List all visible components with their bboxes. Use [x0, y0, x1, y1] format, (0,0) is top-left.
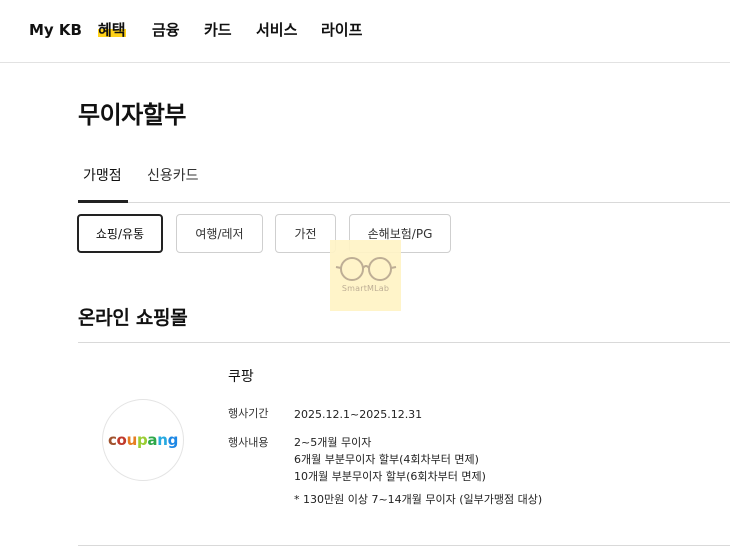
- period-value: 2025.12.1~2025.12.31: [294, 408, 423, 421]
- nav-item-finance[interactable]: 금융: [152, 20, 180, 40]
- coupang-logo: coupang: [102, 399, 184, 481]
- tab-bar: 가맹점 신용카드: [78, 158, 730, 203]
- nav-item-life[interactable]: 라이프: [321, 20, 362, 40]
- section-title: 온라인 쇼핑몰: [78, 307, 188, 329]
- period-label: 행사기간: [228, 407, 269, 420]
- logo-letter: n: [157, 431, 168, 449]
- watermark-text: SmartMLab: [341, 284, 390, 293]
- nav-item-card[interactable]: 카드: [204, 20, 232, 40]
- event-note: * 130만원 이상 7~14개월 무이자 (일부가맹점 대상): [294, 493, 543, 506]
- content-line: 2~5개월 무이자: [294, 436, 372, 449]
- filter-travel-button[interactable]: 여행/레저: [176, 214, 263, 253]
- active-tab-indicator: [78, 200, 128, 203]
- logo-letter: p: [136, 431, 148, 449]
- logo-letter: c: [107, 431, 117, 449]
- watermark: SmartMLab: [330, 240, 401, 311]
- top-nav: My KB 혜택 금융 카드 서비스 라이프: [0, 0, 730, 63]
- nav-item-service[interactable]: 서비스: [256, 20, 297, 40]
- merchant-name: 쿠팡: [228, 369, 254, 385]
- content-label: 행사내용: [228, 436, 269, 449]
- content-line: 6개월 부분무이자 할부(4회차부터 면제): [294, 453, 479, 466]
- page-title: 무이자할부: [78, 101, 186, 129]
- section-divider: [78, 342, 730, 343]
- nav-item-benefits[interactable]: 혜택: [98, 20, 126, 40]
- logo-wordmark: coupang: [108, 431, 178, 449]
- logo-letter: a: [147, 431, 158, 449]
- filter-shopping-button[interactable]: 쇼핑/유통: [77, 214, 163, 253]
- logo-letter: o: [116, 431, 127, 449]
- logo-letter: g: [167, 431, 179, 449]
- content-line: 10개월 부분무이자 할부(6회차부터 면제): [294, 470, 486, 483]
- nav-item-my-kb[interactable]: My KB: [29, 20, 82, 40]
- tab-credit-card[interactable]: 신용카드: [147, 166, 199, 186]
- content-lines: 2~5개월 무이자 6개월 부분무이자 할부(4회차부터 면제) 10개월 부분…: [294, 434, 486, 485]
- tab-merchant[interactable]: 가맹점: [83, 166, 122, 186]
- filter-appliance-button[interactable]: 가전: [275, 214, 336, 253]
- glasses-icon: [335, 257, 396, 281]
- logo-letter: u: [126, 431, 138, 449]
- bottom-divider: [78, 545, 730, 546]
